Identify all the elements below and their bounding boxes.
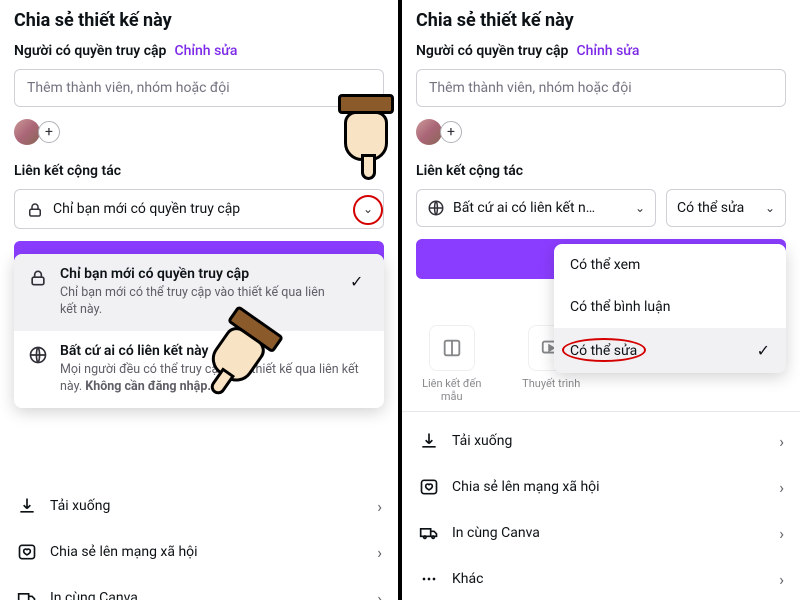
download-icon <box>16 496 38 516</box>
permission-dropdown: Có thể xem Có thể bình luận Có thể sửa ✓ <box>554 244 786 373</box>
scope-selected-text: Bất cứ ai có liên kết n… <box>453 200 595 216</box>
chevron-right-icon: › <box>779 432 784 451</box>
share-social-item[interactable]: Chia sẻ lên mạng xã hội › <box>14 529 384 575</box>
scope-dropdown: Chỉ bạn mới có quyền truy cập Chỉ bạn mớ… <box>14 254 384 408</box>
item-label: Tải xuống <box>452 433 512 449</box>
chevron-down-icon: ⌄ <box>765 201 775 215</box>
perm-selected-text: Có thể sửa <box>677 200 744 216</box>
download-item[interactable]: Tải xuống › <box>416 418 786 464</box>
share-social-item[interactable]: Chia sẻ lên mạng xã hội › <box>416 464 786 510</box>
perm-option-view[interactable]: Có thể xem <box>554 244 786 286</box>
chevron-right-icon: › <box>779 524 784 543</box>
scope-option-only-you[interactable]: Chỉ bạn mới có quyền truy cập Chỉ bạn mớ… <box>14 254 384 331</box>
avatar[interactable] <box>14 119 40 145</box>
chevron-right-icon: › <box>377 543 382 562</box>
tool-label: Liên kết đến mẫu <box>415 377 489 403</box>
item-label: Chia sẻ lên mạng xã hội <box>452 479 600 495</box>
lock-icon <box>25 201 45 219</box>
add-member-button[interactable]: + <box>440 121 462 143</box>
scope-option-anyone[interactable]: Bất cứ ai có liên kết này Mọi người đều … <box>14 331 384 408</box>
download-icon <box>418 431 440 451</box>
avatar[interactable] <box>416 119 442 145</box>
chevron-right-icon: › <box>779 478 784 497</box>
dots-icon <box>418 569 440 589</box>
chevron-down-icon: ⌄ <box>635 201 645 215</box>
collab-link-label: Liên kết cộng tác <box>14 163 384 179</box>
link-scope-select[interactable]: Chỉ bạn mới có quyền truy cập ⌄ <box>14 189 384 229</box>
item-label: In cùng Canva <box>452 525 540 541</box>
highlight-circle <box>353 195 383 225</box>
globe-icon <box>28 345 48 365</box>
truck-icon <box>16 588 38 600</box>
check-icon: ✓ <box>350 272 370 291</box>
member-avatars: + <box>416 119 786 145</box>
member-avatars: + <box>14 119 384 145</box>
collab-link-label: Liên kết cộng tác <box>416 163 786 179</box>
access-row: Người có quyền truy cập Chỉnh sửa <box>416 43 786 59</box>
perm-option-comment[interactable]: Có thể bình luận <box>554 286 786 328</box>
panel-title: Chia sẻ thiết kế này <box>14 10 384 31</box>
item-label: Chia sẻ lên mạng xã hội <box>50 544 198 560</box>
option-desc: Chỉ bạn mới có thể truy cập vào thiết kế… <box>60 285 338 319</box>
access-label: Người có quyền truy cập <box>416 43 568 59</box>
download-item[interactable]: Tải xuống › <box>14 483 384 529</box>
print-canva-item[interactable]: In cùng Canva › <box>14 575 384 600</box>
tool-label: Thuyết trình <box>522 377 580 390</box>
option-label: Có thể xem <box>570 257 640 273</box>
more-item[interactable]: Khác › <box>416 556 786 600</box>
layout-icon <box>429 325 475 371</box>
add-member-input[interactable]: Thêm thành viên, nhóm hoặc đội <box>416 69 786 107</box>
share-panel-left: Chia sẻ thiết kế này Người có quyền truy… <box>0 0 398 600</box>
option-title: Bất cứ ai có liên kết này <box>60 343 370 359</box>
highlight-circle <box>562 338 646 362</box>
access-label: Người có quyền truy cập <box>14 43 166 59</box>
option-desc: Mọi người đều có thể truy cập vào thiết … <box>60 362 370 396</box>
tool-template-link[interactable]: Liên kết đến mẫu <box>415 325 489 403</box>
option-label: Có thể bình luận <box>570 299 670 315</box>
truck-icon <box>418 523 440 543</box>
edit-access-link[interactable]: Chỉnh sửa <box>576 43 639 59</box>
link-scope-select[interactable]: Bất cứ ai có liên kết n… ⌄ <box>416 189 656 227</box>
add-member-input[interactable]: Thêm thành viên, nhóm hoặc đội <box>14 69 384 107</box>
chevron-right-icon: › <box>779 570 784 589</box>
chevron-right-icon: › <box>377 589 382 600</box>
permission-select[interactable]: Có thể sửa ⌄ <box>666 189 786 227</box>
perm-option-edit[interactable]: Có thể sửa ✓ <box>554 328 786 373</box>
option-title: Chỉ bạn mới có quyền truy cập <box>60 266 338 282</box>
item-label: Khác <box>452 571 483 587</box>
item-label: Tải xuống <box>50 498 110 514</box>
heart-icon <box>418 477 440 497</box>
access-row: Người có quyền truy cập Chỉnh sửa <box>14 43 384 59</box>
share-panel-right: Chia sẻ thiết kế này Người có quyền truy… <box>402 0 800 600</box>
lock-icon <box>28 268 48 288</box>
chevron-right-icon: › <box>377 497 382 516</box>
panel-title: Chia sẻ thiết kế này <box>416 10 786 31</box>
heart-icon <box>16 542 38 562</box>
globe-icon <box>427 199 445 217</box>
add-member-button[interactable]: + <box>38 121 60 143</box>
check-icon: ✓ <box>757 341 770 360</box>
edit-access-link[interactable]: Chỉnh sửa <box>174 43 237 59</box>
scope-selected-text: Chỉ bạn mới có quyền truy cập <box>53 201 240 217</box>
print-canva-item[interactable]: In cùng Canva › <box>416 510 786 556</box>
item-label: In cùng Canva <box>50 590 138 600</box>
